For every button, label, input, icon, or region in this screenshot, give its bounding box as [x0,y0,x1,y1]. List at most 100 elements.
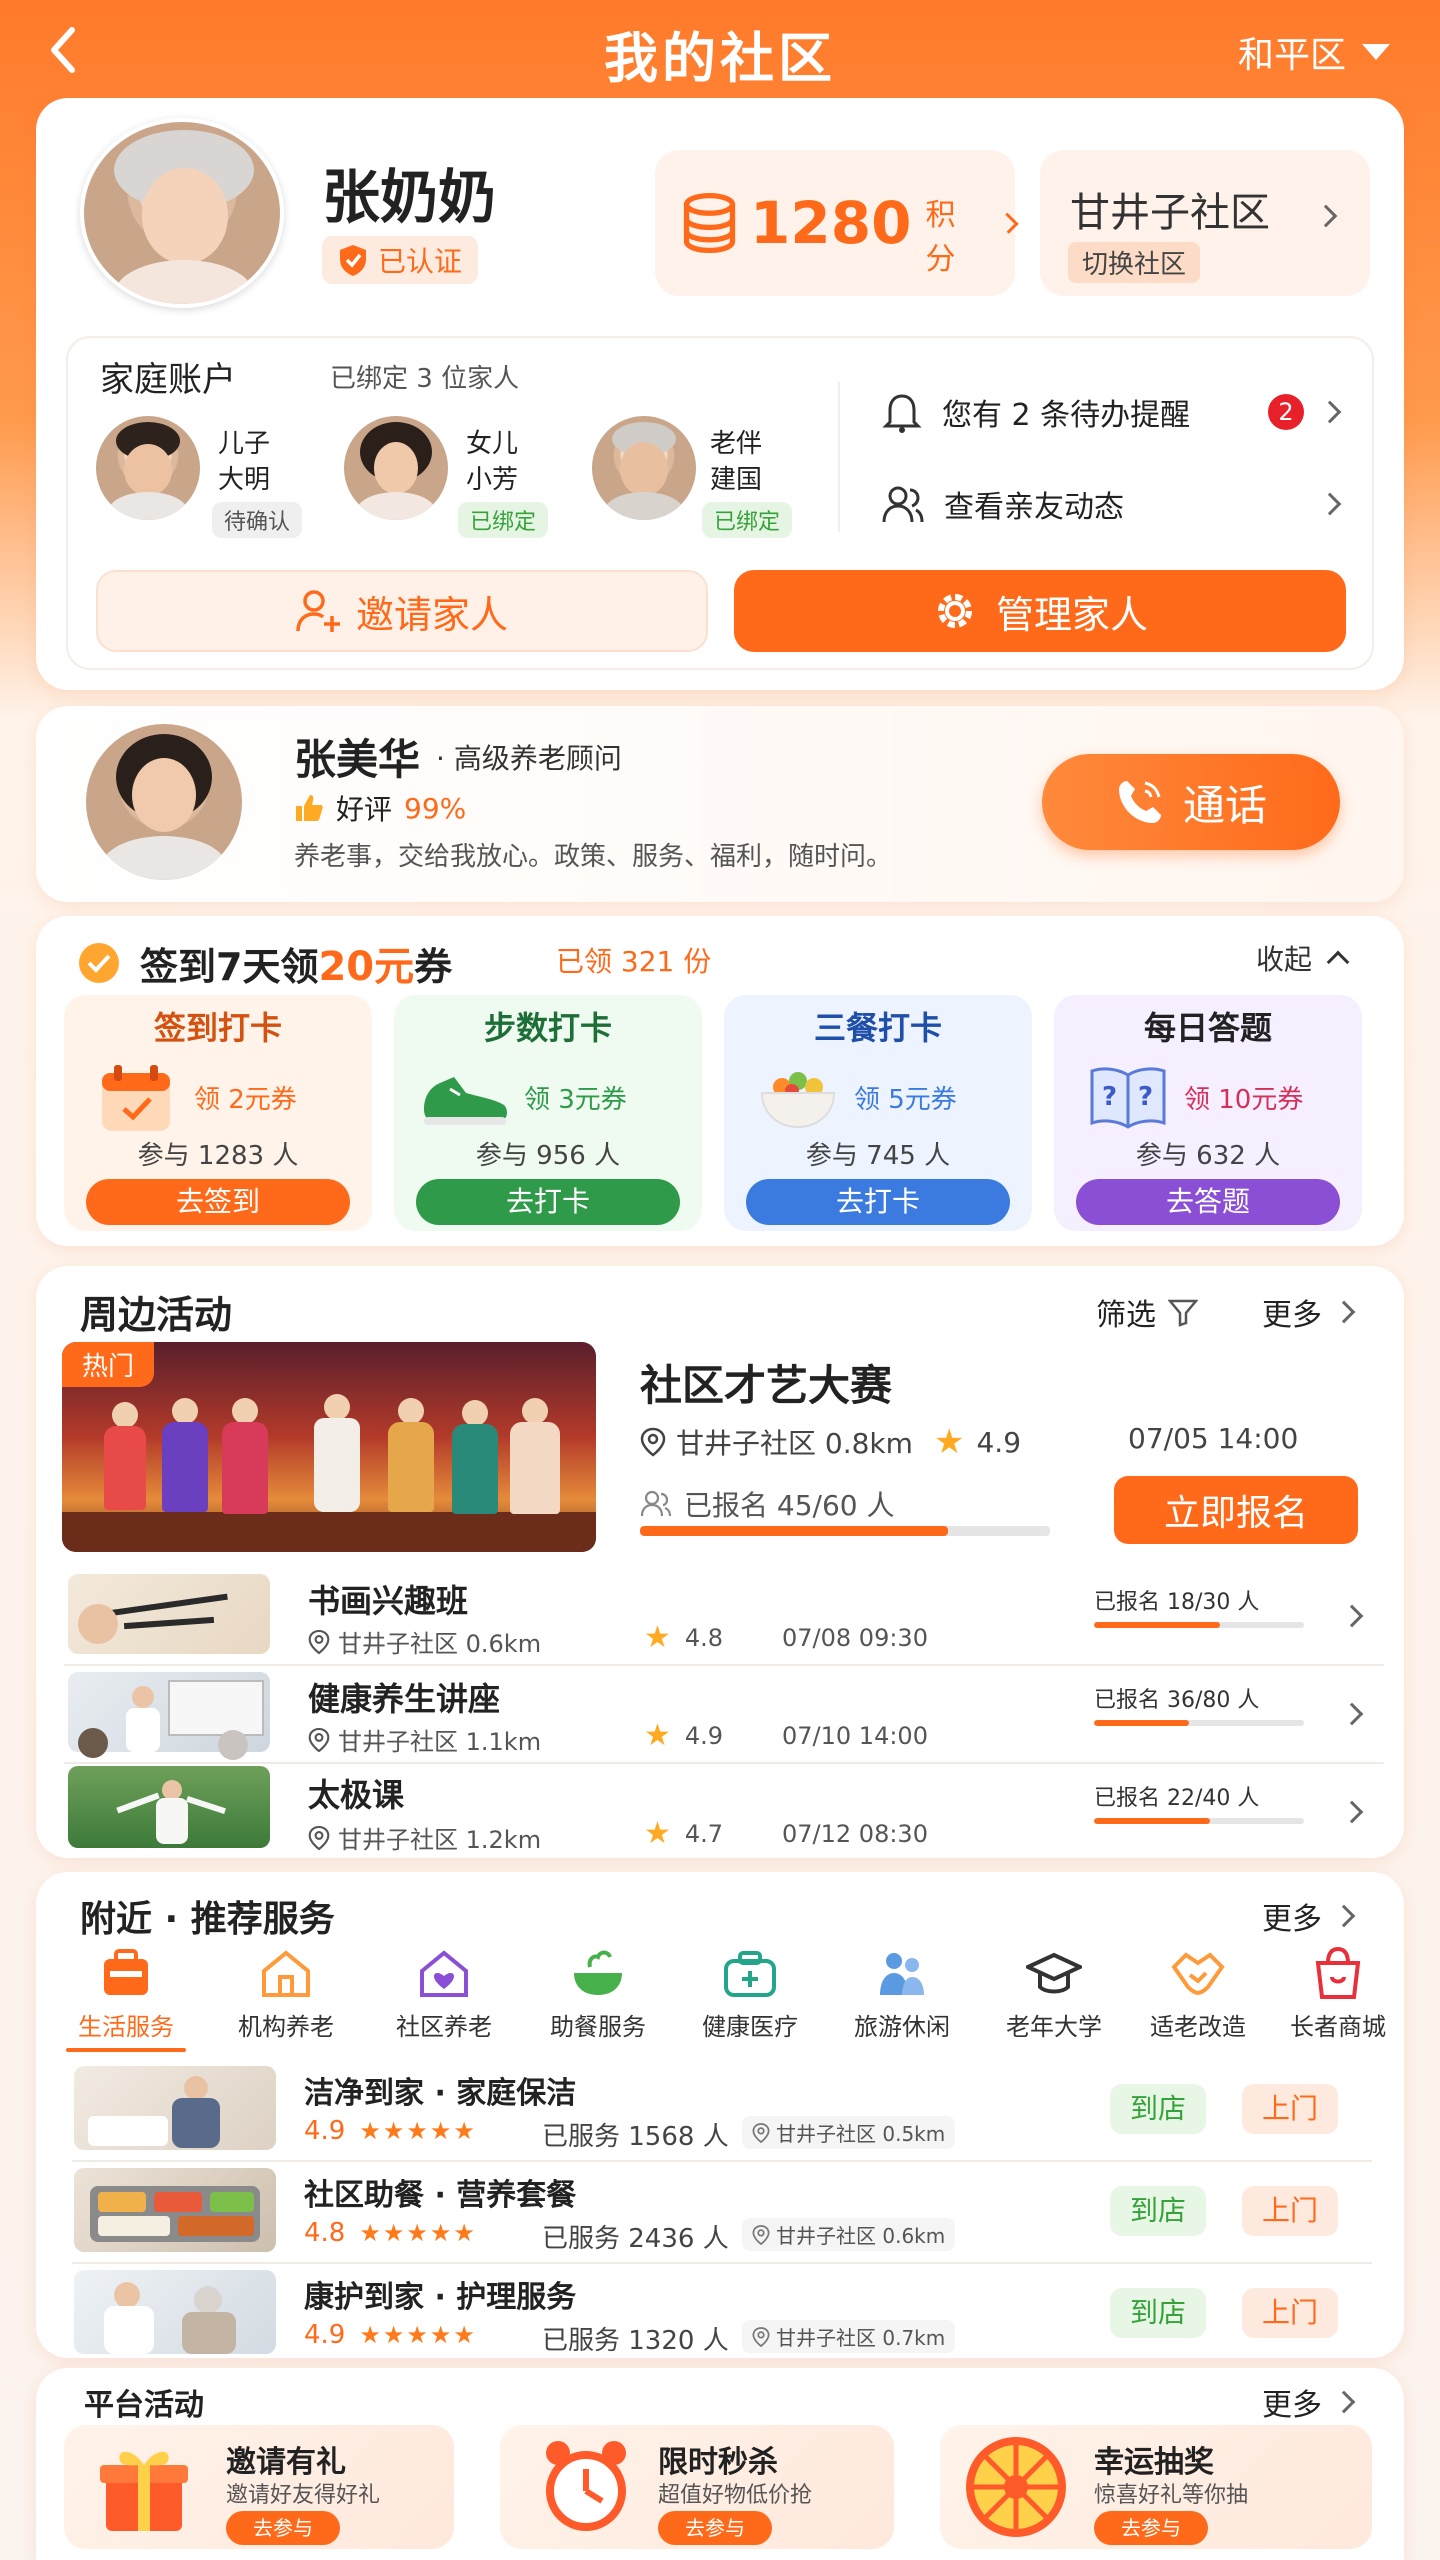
activity-row[interactable]: 太极课 甘井子社区 1.2km ★ 4.7 07/12 08:30 已报名 22/… [64,1766,1384,1862]
activity-row[interactable]: 健康养生讲座 甘井子社区 1.1km ★ 4.9 07/10 14:00 已报名 … [64,1672,1384,1768]
rating-stars-icon: ★★★★★ [359,2321,477,2349]
activities-more-link[interactable]: 更多 [1262,1290,1356,1334]
rating-value: 4.9 [304,2116,346,2146]
platform-item-title: 邀请有礼 [226,2445,346,2480]
header-bar: 我的社区 和平区 [0,0,1440,100]
graduation-cap-icon [1023,1952,1085,1994]
featured-rating: ★ 4.9 [934,1422,1021,1462]
participate-button[interactable]: 去参与 [226,2511,340,2545]
category-tab-renovation[interactable]: 适老改造 [1128,1945,1268,2042]
handshake-icon [1171,1952,1225,1996]
task-card-quiz[interactable]: 每日答题 ?? 领 10元券 参与 632 人 去答题 [1054,995,1362,1231]
task-go-button[interactable]: 去答题 [1076,1179,1340,1225]
task-go-button[interactable]: 去打卡 [416,1179,680,1225]
community-name: 甘井子社区 [1070,190,1270,236]
call-button[interactable]: 通话 [1042,754,1340,850]
service-rating: 4.9 ★★★★★ [304,2320,477,2350]
switch-community-button[interactable]: 切换社区 [1068,242,1201,283]
service-row[interactable]: 社区助餐 · 营养套餐 4.8 ★★★★★ 已服务 2436 人 甘井子社区 0… [72,2168,1372,2266]
manage-family-button[interactable]: 管理家人 [734,570,1346,652]
more-label: 更多 [1262,1902,1322,1937]
family-member-avatar[interactable] [344,416,448,520]
coins-icon [683,192,736,254]
user-avatar[interactable] [80,118,284,308]
service-row[interactable]: 康护到家 · 护理服务 4.9 ★★★★★ 已服务 1320 人 甘井子社区 0… [72,2270,1372,2368]
category-tab-health[interactable]: 健康医疗 [680,1945,820,2042]
platform-card-flash-sale[interactable]: 限时秒杀 超值好物低价抢 去参与 [500,2425,894,2549]
rating-value: 99% [404,791,467,825]
meal-bowl-icon [574,1950,622,1995]
category-tab-university[interactable]: 老年大学 [984,1945,1124,2042]
service-served-count: 已服务 1320 人 [542,2326,729,2356]
participate-button[interactable]: 去参与 [1094,2511,1208,2545]
enroll-now-button[interactable]: 立即报名 [1114,1476,1358,1544]
featured-activity-image[interactable]: 热门 [62,1342,596,1552]
store-visit-button[interactable]: 到店 [1110,2186,1206,2236]
family-feed-row[interactable]: 查看亲友动态 [882,476,1352,532]
platform-card-invite[interactable]: 邀请有礼 邀请好友得好礼 去参与 [64,2425,454,2549]
category-tab-life[interactable]: 生活服务 [56,1945,196,2052]
task-card-checkin[interactable]: 签到打卡 领 2元券 参与 1283 人 去签到 [64,995,372,1231]
activity-location: 甘井子社区 1.2km [308,1820,541,1855]
district-selector[interactable]: 和平区 [1238,26,1390,78]
store-visit-button[interactable]: 到店 [1110,2288,1206,2338]
book-question-icon: ?? [1090,1067,1166,1129]
category-tab-community[interactable]: 社区养老 [374,1945,514,2042]
people-icon [640,1490,672,1517]
family-member-avatar[interactable] [96,416,200,520]
services-more-link[interactable]: 更多 [1262,1894,1356,1938]
activity-enrolled: 已报名 22/40 人 [1094,1786,1260,1811]
member-status-badge: 待确认 [212,502,303,538]
prize-wheel-icon [966,2437,1066,2537]
reminder-row[interactable]: 您有 2 条待办提醒 2 [882,384,1352,440]
task-go-button[interactable]: 去打卡 [746,1179,1010,1225]
checkin-title-amount: 20元 [318,944,415,990]
task-title: 步数打卡 [483,1009,612,1047]
advisor-avatar[interactable] [86,724,242,880]
family-member-avatar[interactable] [592,416,696,520]
activity-row[interactable]: 书画兴趣班 甘井子社区 0.6km ★ 4.8 07/08 09:30 已报名 1… [64,1574,1384,1670]
member-relation: 老伴 [710,429,763,459]
family-feed-text: 查看亲友动态 [944,490,1124,525]
activity-time: 07/12 08:30 [782,1820,928,1848]
location-text: 甘井子社区 1.1km [338,1728,542,1756]
rating-value: 4.8 [684,1623,724,1652]
manage-family-label: 管理家人 [995,592,1148,637]
points-unit: 积分 [925,198,956,277]
category-tab-mall[interactable]: 长者商城 [1268,1945,1408,2042]
task-go-button[interactable]: 去签到 [86,1179,350,1225]
invite-family-button[interactable]: 邀请家人 [96,570,708,652]
activity-thumbnail [68,1766,270,1848]
home-service-button[interactable]: 上门 [1242,2186,1338,2236]
svg-text:?: ? [1138,1082,1153,1112]
home-service-button[interactable]: 上门 [1242,2288,1338,2338]
store-visit-button[interactable]: 到店 [1110,2084,1206,2134]
participate-button[interactable]: 去参与 [658,2511,772,2545]
checkin-title-suffix: 券 [414,945,453,989]
chevron-right-icon [1332,1904,1356,1928]
invite-family-label: 邀请家人 [355,592,508,637]
platform-card-lottery[interactable]: 幸运抽奖 惊喜好礼等你抽 去参与 [940,2425,1372,2549]
filter-button[interactable]: 筛选 [1096,1290,1198,1334]
category-tab-travel[interactable]: 旅游休闲 [832,1945,972,2042]
category-label: 健康医疗 [702,2013,798,2041]
home-service-button[interactable]: 上门 [1242,2084,1338,2134]
member-relation: 儿子 [218,429,271,459]
task-card-steps[interactable]: 步数打卡 领 3元券 参与 956 人 去打卡 [394,995,702,1231]
service-location: 甘井子社区 0.6km [742,2218,956,2251]
points-card[interactable]: 1280 积分 [655,150,1019,296]
task-participants: 参与 1283 人 [137,1141,299,1171]
community-card[interactable]: 甘井子社区 切换社区 [1040,150,1370,296]
service-thumbnail [74,2066,276,2150]
location-text: 甘井子社区 0.6km [776,2224,946,2248]
svg-text:?: ? [1102,1082,1117,1112]
task-card-meals[interactable]: 三餐打卡 领 5元券 参与 745 人 去打卡 [724,995,1032,1231]
chevron-right-icon [1314,204,1338,228]
featured-time: 07/05 14:00 [1128,1422,1299,1455]
category-tab-meal[interactable]: 助餐服务 [528,1945,668,2042]
service-row[interactable]: 洁净到家 · 家庭保洁 4.9 ★★★★★ 已服务 1568 人 甘井子社区 0… [72,2066,1372,2164]
collapse-toggle[interactable]: 收起 [1256,938,1350,978]
category-tab-institution[interactable]: 机构养老 [216,1945,356,2042]
alarm-clock-icon [546,2441,626,2531]
platform-more-link[interactable]: 更多 [1262,2380,1356,2424]
